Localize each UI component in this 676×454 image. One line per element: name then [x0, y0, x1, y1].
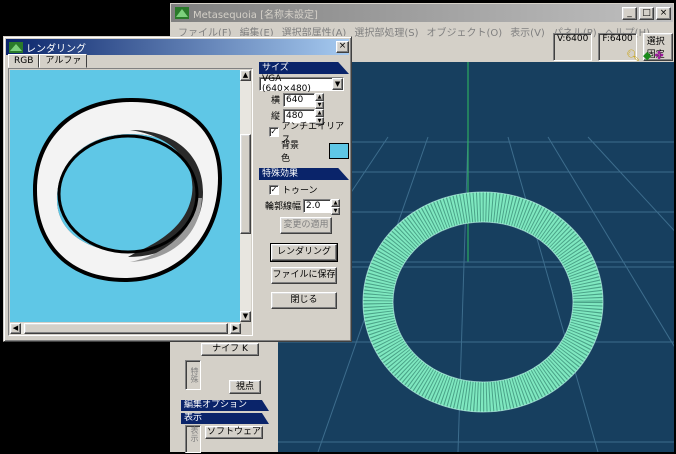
render-preview-frame: ▲ ▼ ◀ ▶: [8, 68, 253, 336]
render-dialog-title: レンダリング: [26, 43, 86, 55]
bgcolor-swatch[interactable]: [329, 143, 349, 159]
tab-alpha[interactable]: アルファ: [39, 54, 88, 68]
close-dialog-button[interactable]: 閉じる: [271, 292, 337, 309]
render-button[interactable]: レンダリング: [270, 243, 338, 262]
render-dialog-title-bar[interactable]: レンダリング ×: [6, 39, 349, 55]
width-spinner[interactable]: ▲ ▼: [315, 92, 324, 109]
zoom-icon[interactable]: 🔍︎: [626, 49, 640, 62]
vertical-scroll-thumb[interactable]: [240, 134, 251, 234]
preview-vertical-scrollbar[interactable]: ▲ ▼: [240, 70, 251, 322]
main-window-title: Metasequoia [名称未設定]: [193, 9, 318, 21]
torus-model: [362, 191, 604, 413]
resolution-select-value: VGA (640×480): [262, 73, 311, 94]
edit-options-header: 編集オプション: [181, 400, 269, 411]
software-render-button[interactable]: ソフトウェア: [205, 426, 263, 439]
save-to-file-button[interactable]: ファイルに保存: [271, 267, 337, 284]
outline-width-label: 輪郭線幅: [265, 202, 302, 212]
scroll-down-icon[interactable]: ▼: [240, 311, 251, 322]
width-input[interactable]: 640: [283, 92, 315, 107]
chevron-down-icon[interactable]: ▼: [332, 77, 343, 90]
scroll-right-icon[interactable]: ▶: [230, 323, 241, 334]
move-icon[interactable]: ◆: [643, 49, 651, 62]
outline-width-spinner[interactable]: ▲ ▼: [331, 198, 340, 215]
width-label: 横: [271, 96, 281, 106]
render-tabs: RGB アルファ: [8, 54, 88, 68]
rendered-ring-image: [33, 98, 222, 282]
special-button[interactable]: 特殊: [185, 360, 201, 390]
main-title-bar[interactable]: Metasequoia [名称未設定] _ □ ×: [171, 4, 673, 22]
scroll-left-icon[interactable]: ◀: [10, 323, 21, 334]
viewpoint-button[interactable]: 視点: [229, 380, 261, 394]
display-header: 表示: [181, 413, 269, 424]
metasequoia-logo-icon: [175, 7, 189, 19]
vertex-count: V:6400: [553, 33, 593, 61]
display-tab[interactable]: 表示: [185, 425, 201, 453]
scroll-up-icon[interactable]: ▲: [240, 70, 251, 81]
close-icon[interactable]: ×: [336, 41, 349, 53]
toon-checkbox[interactable]: ✓: [269, 184, 279, 195]
resolution-select[interactable]: VGA (640×480) ▼: [259, 73, 344, 94]
knife-button[interactable]: ナイフ K: [201, 343, 259, 356]
size-section-header: サイズ: [259, 62, 349, 74]
preview-horizontal-scrollbar[interactable]: ◀ ▶: [10, 323, 241, 334]
effects-section-header: 特殊効果: [259, 168, 349, 180]
menu-view[interactable]: 表示(V): [506, 24, 549, 39]
apply-changes-button[interactable]: 変更の適用: [280, 217, 332, 234]
horizontal-scroll-thumb[interactable]: [24, 323, 228, 334]
rotate-icon[interactable]: ✤: [654, 49, 663, 62]
menu-object[interactable]: オブジェクト(O): [423, 24, 507, 39]
close-icon[interactable]: ×: [656, 6, 671, 20]
metasequoia-logo-icon: [9, 41, 23, 53]
command-panel: ナイフ K 特殊 視点 編集オプション 表示 表示 ソフトウェア: [171, 324, 271, 453]
render-dialog: レンダリング × RGB アルファ ▲ ▼ ◀ ▶ サイズ VGA (640×4…: [3, 36, 352, 342]
outline-width-input[interactable]: 2.0: [303, 198, 331, 213]
tab-rgb[interactable]: RGB: [8, 54, 40, 68]
antialias-checkbox[interactable]: ✓: [269, 126, 279, 137]
menu-selection-proc[interactable]: 選択部処理(S): [350, 24, 422, 39]
bgcolor-label: 背景色: [281, 141, 300, 164]
render-settings: サイズ VGA (640×480) ▼ 横 640 ▲ ▼ 縦 480 ▲ ▼ ✓ …: [259, 62, 349, 309]
toon-label: トゥーン: [282, 186, 318, 196]
maximize-icon[interactable]: □: [639, 6, 654, 20]
minimize-icon[interactable]: _: [622, 6, 637, 20]
render-preview: [10, 70, 241, 322]
